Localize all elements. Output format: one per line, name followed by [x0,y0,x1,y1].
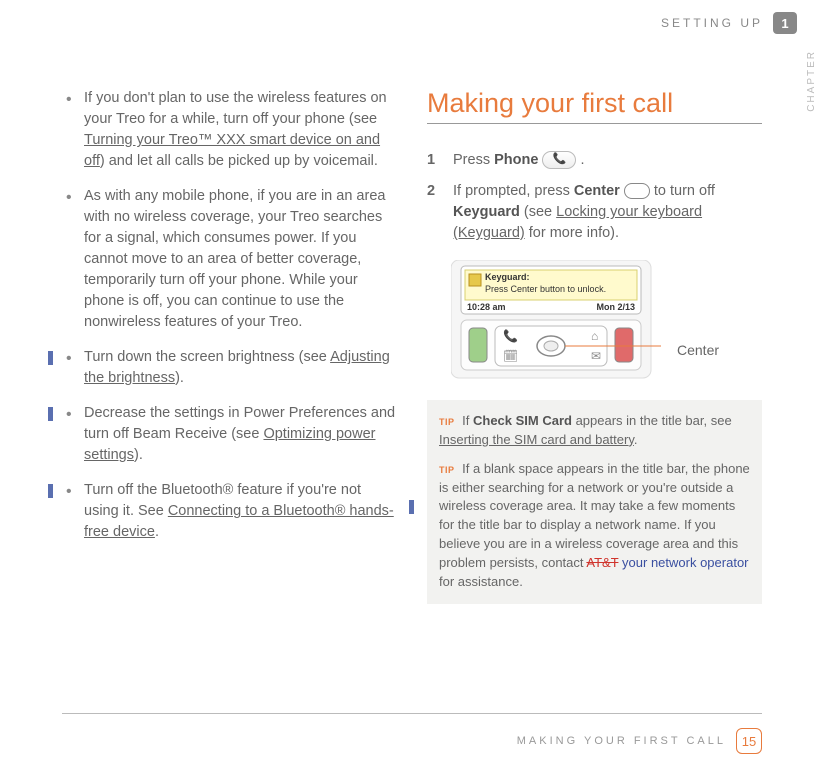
device-illustration: Keyguard: Press Center button to unlock.… [451,260,661,380]
step-body: If prompted, press Center to turn off Ke… [453,181,762,244]
bullet-item: Turn down the screen brightness (see Adj… [62,347,397,389]
page-footer: MAKING YOUR FIRST CALL 15 [62,713,762,754]
keyguard-label: Keyguard: [485,272,530,282]
deleted-text: AT&T [586,555,618,570]
device-date: Mon 2/13 [596,302,635,312]
section-title: Making your first call [427,88,762,119]
chapter-number-badge: 1 [773,12,797,34]
tip-label: TIP [439,417,455,427]
device-time: 10:28 am [467,302,506,312]
chapter-vertical-label: CHAPTER [806,50,817,112]
change-bar-icon [48,407,53,421]
step-item: 1 Press Phone 📞 . [427,150,762,171]
inserted-text: your network operator [618,555,748,570]
bullet-item: Decrease the settings in Power Preferenc… [62,403,397,466]
step-body: Press Phone 📞 . [453,150,585,171]
change-bar-icon [409,500,414,514]
center-annotation: Center [677,342,719,358]
header-section-label: SETTING UP [661,16,763,30]
content-columns: If you don't plan to use the wireless fe… [62,88,762,604]
bullet-list: If you don't plan to use the wireless fe… [62,88,397,543]
svg-text:⌂: ⌂ [591,329,598,343]
bullet-item: As with any mobile phone, if you are in … [62,186,397,333]
step-number: 2 [427,181,441,244]
tip-1: TIP If Check SIM Card appears in the tit… [439,412,750,450]
svg-text:📞: 📞 [503,328,518,343]
tip-2: TIP If a blank space appears in the titl… [439,460,750,592]
step-number: 1 [427,150,441,171]
device-figure: Keyguard: Press Center button to unlock.… [451,260,762,380]
svg-text:🗓: 🗓 [503,349,518,363]
steps-list: 1 Press Phone 📞 . 2If prompted, press Cent… [427,150,762,244]
svg-text:✉: ✉ [591,349,601,363]
page-header: SETTING UP 1 [661,12,797,34]
bullet-item: Turn off the Bluetooth® feature if you'r… [62,480,397,543]
page-number-badge: 15 [736,728,762,754]
footer-section-label: MAKING YOUR FIRST CALL [517,735,726,747]
right-column: Making your first call 1 Press Phone 📞 . 2… [427,88,762,604]
tip-box: TIP If Check SIM Card appears in the tit… [427,400,762,604]
left-column: If you don't plan to use the wireless fe… [62,88,397,604]
center-button-icon [624,183,650,199]
title-underline [427,123,762,124]
change-bar-icon [48,351,53,365]
phone-button-icon: 📞 [542,151,576,169]
keyguard-text: Press Center button to unlock. [485,284,606,294]
bullet-item: If you don't plan to use the wireless fe… [62,88,397,172]
change-bar-icon [48,484,53,498]
step-item: 2If prompted, press Center to turn off K… [427,181,762,244]
tip-label: TIP [439,465,455,475]
tip1-link[interactable]: Inserting the SIM card and battery [439,432,634,447]
